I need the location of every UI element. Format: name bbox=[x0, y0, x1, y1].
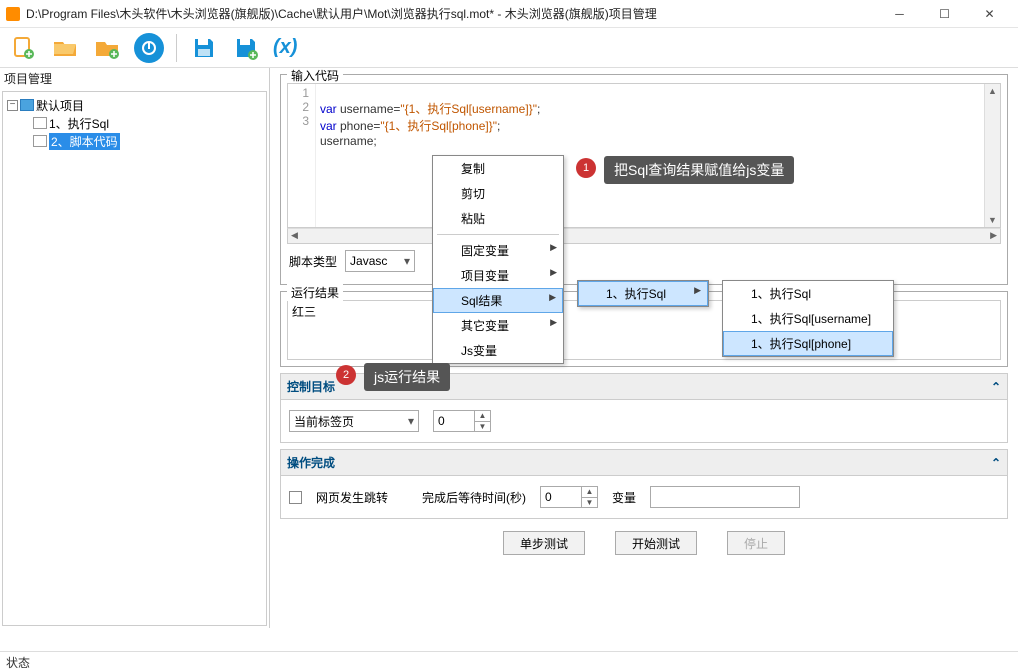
ctx-other-var[interactable]: 其它变量 bbox=[433, 313, 563, 338]
var-x-icon[interactable]: (x) bbox=[273, 36, 297, 59]
annotation-1: 把Sql查询结果赋值给js变量 bbox=[604, 156, 794, 184]
new-file-icon[interactable] bbox=[8, 33, 38, 63]
spin-up-icon[interactable]: ▲ bbox=[475, 411, 490, 422]
collapse-icon[interactable]: ⌃ bbox=[991, 380, 1001, 394]
ctx-sql-result[interactable]: Sql结果 bbox=[433, 288, 563, 313]
toolbar-separator bbox=[176, 34, 177, 62]
app-icon bbox=[6, 7, 20, 21]
tree-collapse-icon[interactable]: − bbox=[7, 100, 18, 111]
editor-scrollbar-vertical[interactable] bbox=[984, 84, 1000, 227]
step-icon bbox=[33, 135, 47, 147]
page-jump-checkbox[interactable] bbox=[289, 491, 302, 504]
annotation-badge-2: 2 bbox=[336, 365, 356, 385]
minimize-button[interactable]: ─ bbox=[877, 0, 922, 28]
tree-item-2[interactable]: 2、脚本代码 bbox=[49, 133, 120, 150]
open-folder-icon[interactable] bbox=[50, 33, 80, 63]
ctx-paste[interactable]: 粘贴 bbox=[433, 206, 563, 231]
page-jump-label: 网页发生跳转 bbox=[316, 489, 388, 506]
spin-up-icon[interactable]: ▲ bbox=[582, 487, 597, 498]
step-icon bbox=[33, 117, 47, 129]
start-test-button[interactable]: 开始测试 bbox=[615, 531, 697, 555]
collapse-icon[interactable]: ⌃ bbox=[991, 456, 1001, 470]
script-type-label: 脚本类型 bbox=[289, 253, 337, 270]
annotation-2: js运行结果 bbox=[364, 363, 450, 391]
submenu-sql-username[interactable]: 1、执行Sql[username] bbox=[723, 306, 893, 331]
project-icon bbox=[20, 99, 34, 111]
save-icon[interactable] bbox=[189, 33, 219, 63]
maximize-button[interactable]: ☐ bbox=[922, 0, 967, 28]
variable-input[interactable] bbox=[650, 486, 800, 508]
wait-time-spinner[interactable]: 0 ▲▼ bbox=[540, 486, 598, 508]
tree-item-1[interactable]: 1、执行Sql bbox=[49, 115, 109, 132]
spin-down-icon[interactable]: ▼ bbox=[582, 498, 597, 508]
script-type-select[interactable]: Javasc bbox=[345, 250, 415, 272]
ctx-separator bbox=[437, 234, 559, 235]
spin-down-icon[interactable]: ▼ bbox=[475, 422, 490, 432]
line-gutter: 123 bbox=[288, 84, 316, 227]
project-tree[interactable]: − 默认项目 1、执行Sql 2、脚本代码 bbox=[2, 91, 267, 626]
submenu-sql-all[interactable]: 1、执行Sql bbox=[723, 281, 893, 306]
step-test-button[interactable]: 单步测试 bbox=[503, 531, 585, 555]
target-tab-select[interactable]: 当前标签页 bbox=[289, 410, 419, 432]
submenu-sql-phone[interactable]: 1、执行Sql[phone] bbox=[723, 331, 893, 356]
input-code-label: 输入代码 bbox=[287, 68, 343, 84]
stop-button: 停止 bbox=[727, 531, 785, 555]
editor-scrollbar-horizontal[interactable] bbox=[287, 228, 1001, 244]
submenu-exec-sql[interactable]: 1、执行Sql bbox=[578, 281, 708, 306]
close-button[interactable]: ✕ bbox=[967, 0, 1012, 28]
variable-label: 变量 bbox=[612, 489, 636, 506]
power-icon[interactable] bbox=[134, 33, 164, 63]
ctx-cut[interactable]: 剪切 bbox=[433, 181, 563, 206]
wait-time-label: 完成后等待时间(秒) bbox=[422, 489, 526, 506]
window-title: D:\Program Files\木头软件\木头浏览器(旗舰版)\Cache\默… bbox=[26, 5, 877, 22]
ctx-copy[interactable]: 复制 bbox=[433, 156, 563, 181]
save-as-icon[interactable] bbox=[231, 33, 261, 63]
new-folder-icon[interactable] bbox=[92, 33, 122, 63]
ctx-fixed-var[interactable]: 固定变量 bbox=[433, 238, 563, 263]
operation-done-header[interactable]: 操作完成⌃ bbox=[280, 449, 1008, 476]
statusbar: 状态 bbox=[0, 651, 1018, 671]
target-index-spinner[interactable]: 0 ▲▼ bbox=[433, 410, 491, 432]
run-result-label: 运行结果 bbox=[287, 284, 343, 301]
ctx-proj-var[interactable]: 项目变量 bbox=[433, 263, 563, 288]
ctx-js-var[interactable]: Js变量 bbox=[433, 338, 563, 363]
project-panel-title: 项目管理 bbox=[0, 68, 269, 89]
tree-root[interactable]: 默认项目 bbox=[36, 97, 84, 114]
annotation-badge-1: 1 bbox=[576, 158, 596, 178]
